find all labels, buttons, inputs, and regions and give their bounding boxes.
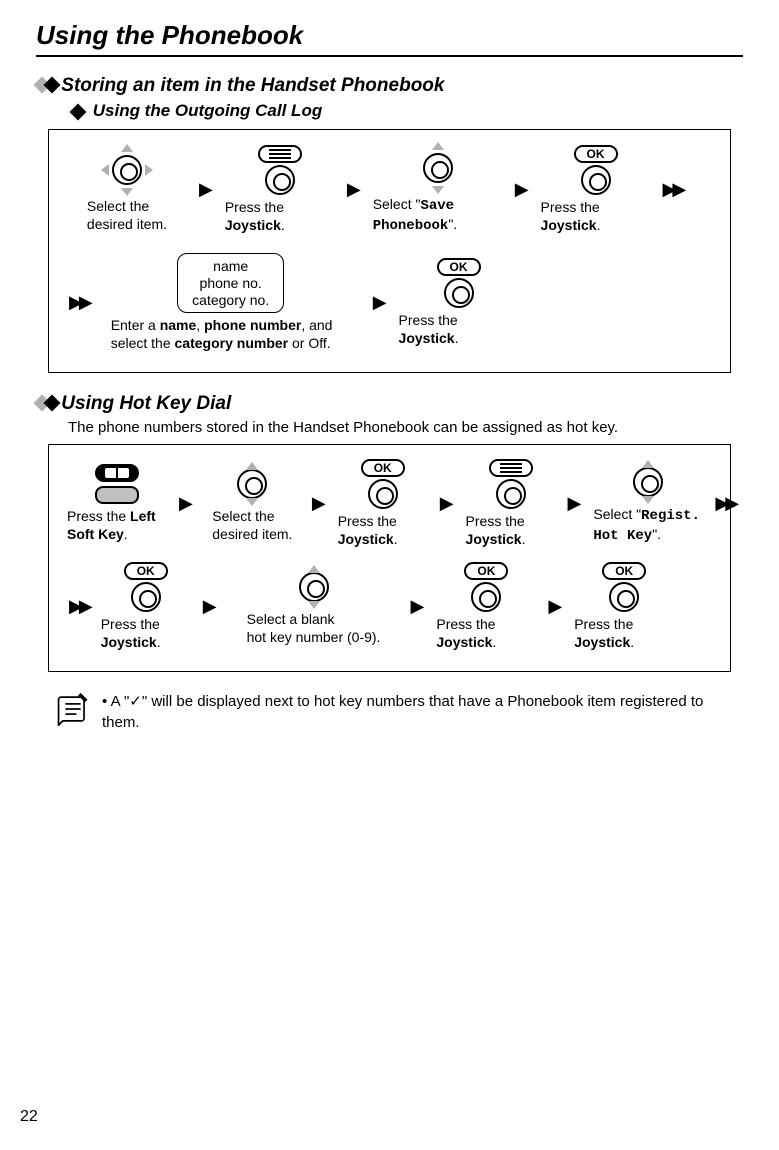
note-text: • A "✓" will be displayed next to hot ke…: [102, 692, 731, 733]
ok-button-icon: OK: [437, 258, 481, 308]
arrow-icon: ▶▶: [713, 493, 737, 514]
arrow-icon: ▶▶: [661, 179, 685, 200]
joystick-updown-icon: [232, 464, 272, 504]
section-heading-text: Storing an item in the Handset Phonebook: [61, 75, 444, 96]
joystick-updown-icon: [294, 567, 334, 607]
arrow-icon: ▶: [409, 596, 427, 617]
arrow-icon: ▶: [201, 596, 219, 617]
menu-button-icon: [489, 459, 533, 509]
page-number: 22: [20, 1108, 38, 1126]
section-heading-hotkey: Using Hot Key Dial: [36, 393, 743, 415]
section-intro: The phone numbers stored in the Handset …: [68, 419, 731, 436]
step-label: Press the Joystick.: [574, 612, 674, 651]
arrow-icon: ▶▶: [67, 596, 91, 617]
joystick-4way-icon: [103, 146, 151, 194]
diamond-icon: [70, 103, 87, 120]
entry-name: name: [192, 258, 269, 275]
diamond-icon: [36, 75, 56, 97]
arrow-icon: ▶: [177, 493, 195, 514]
ok-button-icon: OK: [464, 562, 508, 612]
arrow-icon: ▶: [310, 493, 328, 514]
joystick-updown-icon: [628, 462, 668, 502]
section-heading-text: Using Hot Key Dial: [61, 393, 231, 414]
arrow-icon: ▶▶: [67, 292, 91, 313]
menu-button-icon: [258, 145, 302, 195]
arrow-icon: ▶: [566, 493, 584, 514]
entry-category: category no.: [192, 292, 269, 309]
ok-button-icon: OK: [602, 562, 646, 612]
ok-button-icon: OK: [124, 562, 168, 612]
joystick-updown-icon: [414, 144, 462, 192]
step-label: Press the Joystick.: [101, 612, 191, 651]
flow-box-outgoing: Select the desired item. ▶ Press the Joy…: [48, 129, 731, 373]
flow-box-hotkey: Press the Left Soft Key. ▶ Select thedes…: [48, 444, 731, 672]
ok-button-icon: OK: [361, 459, 405, 509]
arrow-icon: ▶: [345, 179, 363, 200]
left-softkey-icon: [95, 464, 139, 504]
section-subheading-text: Using the Outgoing Call Log: [93, 101, 322, 120]
step-label: Press the Joystick.: [466, 509, 556, 548]
arrow-icon: ▶: [513, 179, 531, 200]
step-label: Press the Joystick.: [541, 195, 651, 234]
page-title: Using the Phonebook: [36, 20, 743, 57]
step-label: Press the Left Soft Key.: [67, 504, 167, 543]
diamond-icon: [36, 393, 56, 415]
arrow-icon: ▶: [546, 596, 564, 617]
step-label: Enter a name, phone number, and select t…: [111, 313, 351, 352]
step-label: Select a blankhot key number (0-9).: [247, 607, 381, 646]
note-row: • A "✓" will be displayed next to hot ke…: [56, 692, 731, 733]
section-subheading-outgoing: Using the Outgoing Call Log: [72, 101, 743, 121]
step-label: Press the Joystick.: [225, 195, 335, 234]
ok-button-icon: OK: [574, 145, 618, 195]
section-heading-storing: Storing an item in the Handset Phonebook: [36, 75, 743, 97]
step-label: Press the Joystick.: [338, 509, 428, 548]
entry-fields-box: name phone no. category no.: [177, 253, 284, 313]
step-label: Press the Joystick.: [436, 612, 536, 651]
step-label: Select thedesired item.: [212, 504, 292, 543]
step-label: Press the Joystick.: [399, 308, 519, 347]
arrow-icon: ▶: [438, 493, 456, 514]
step-label: Select the desired item.: [87, 194, 167, 233]
arrow-icon: ▶: [371, 292, 389, 313]
step-label: Select "Save Phonebook".: [373, 192, 503, 235]
entry-phone: phone no.: [192, 275, 269, 292]
step-label: Select "Regist. Hot Key".: [593, 502, 703, 545]
note-icon: [56, 692, 90, 726]
arrow-icon: ▶: [197, 179, 215, 200]
